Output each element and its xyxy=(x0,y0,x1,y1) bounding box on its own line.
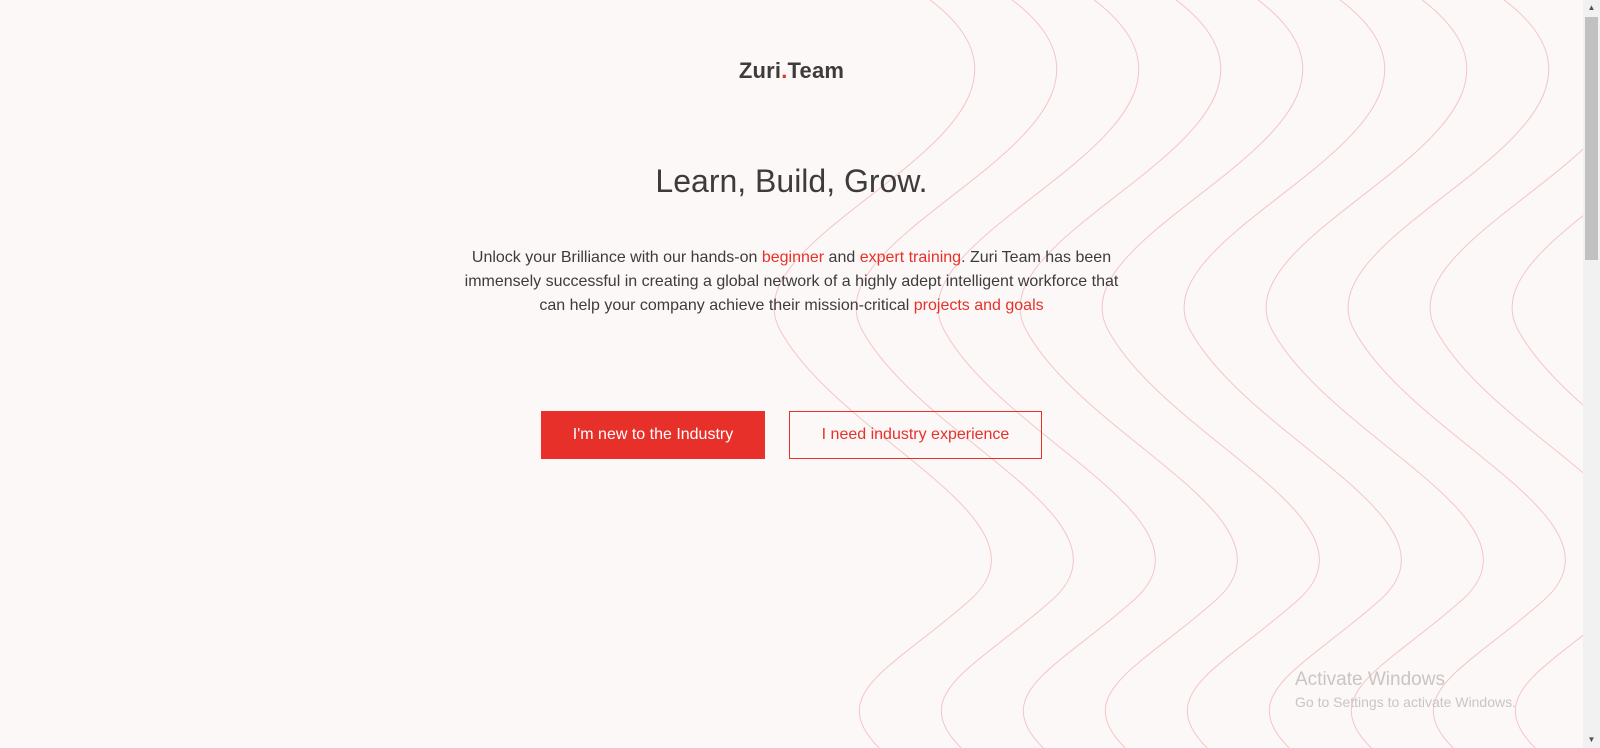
need-industry-experience-button[interactable]: I need industry experience xyxy=(789,411,1042,459)
wave-line xyxy=(1265,0,1484,748)
watermark-subtitle: Go to Settings to activate Windows. xyxy=(1295,694,1516,710)
new-to-industry-button[interactable]: I'm new to the Industry xyxy=(541,411,765,459)
triangle-down-icon[interactable]: ▼ xyxy=(1583,732,1600,748)
projects-and-goals-link[interactable]: projects and goals xyxy=(914,297,1044,314)
logo-text-team: Team xyxy=(787,58,845,83)
wave-line xyxy=(773,0,992,748)
wave-line xyxy=(1511,215,1583,406)
page-headline: Learn, Build, Grow. xyxy=(655,163,928,199)
intro-text-1: Unlock your Brilliance with our hands-on xyxy=(471,249,762,266)
scrollbar-thumb[interactable] xyxy=(1585,17,1598,260)
wave-line xyxy=(1347,0,1566,748)
windows-activation-watermark: Activate Windows Go to Settings to activ… xyxy=(1295,668,1516,712)
wave-line xyxy=(1101,0,1320,748)
triangle-up-icon[interactable]: ▲ xyxy=(1583,0,1600,16)
wave-line xyxy=(1183,0,1402,748)
wave-line xyxy=(937,0,1156,748)
watermark-title: Activate Windows xyxy=(1295,669,1445,690)
wave-line xyxy=(1429,148,1583,748)
intro-paragraph: Unlock your Brilliance with our hands-on… xyxy=(458,246,1125,318)
wave-line xyxy=(1019,0,1238,748)
expert-training-link[interactable]: expert training xyxy=(860,249,961,266)
vertical-scrollbar[interactable]: ▲ ▼ xyxy=(1583,0,1600,748)
beginner-link[interactable]: beginner xyxy=(762,249,824,266)
logo-text-zuri: Zuri xyxy=(738,58,782,83)
landing-page: Zuri.Team Learn, Build, Grow. Unlock you… xyxy=(0,0,1600,748)
zuri-team-logo[interactable]: Zuri.Team xyxy=(0,58,1583,84)
wave-line xyxy=(855,0,1074,748)
decorative-wave-lines xyxy=(773,0,1583,748)
intro-text-2: and xyxy=(824,249,860,266)
